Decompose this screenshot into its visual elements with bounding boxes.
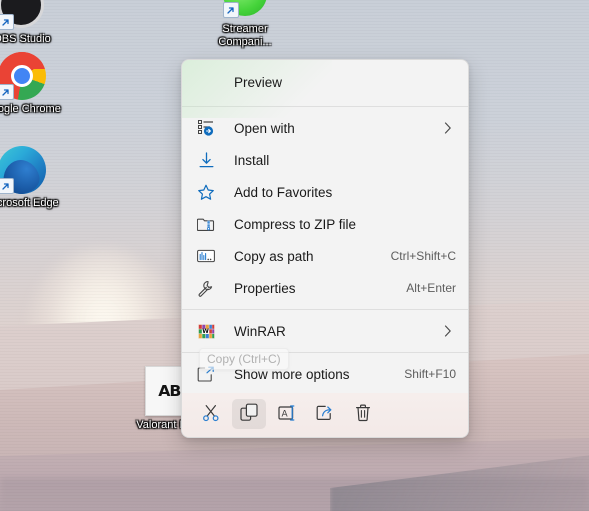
rename-icon: A [277,404,297,425]
shortcut-arrow-icon [0,178,14,194]
menu-item-label: Compress to ZIP file [234,216,357,232]
chevron-right-icon [440,325,456,337]
copy-icon [239,403,259,425]
chevron-right-icon [440,122,456,134]
menu-item-add-to-favorites[interactable]: Add to Favorites [182,176,468,208]
copy-button[interactable] [232,399,266,429]
wrench-properties-icon [194,278,218,298]
desktop-icon-google-chrome[interactable]: Google Chrome [0,52,62,116]
desktop-icon-streamer-companion[interactable]: Streamer Compani... [205,0,285,48]
microsoft-edge-icon [0,146,46,194]
desktop-icon-obs-studio[interactable]: OBS Studio [0,0,62,46]
shortcut-arrow-icon [0,14,14,30]
trash-icon [354,404,372,425]
menu-item-accelerator: Shift+F10 [404,367,456,381]
share-button[interactable] [308,399,342,429]
shortcut-arrow-icon [0,84,14,100]
menu-separator [182,106,468,107]
menu-item-label: Copy as path [234,248,314,264]
menu-item-install[interactable]: Install [182,144,468,176]
zip-folder-icon [194,214,218,234]
menu-item-label: Show more options [234,366,350,382]
obs-studio-icon [0,0,46,30]
context-menu-main-section: Open with Install Add to Favorites Compr… [182,109,468,307]
menu-item-label: Properties [234,280,296,296]
context-menu-action-toolbar[interactable]: A [182,393,468,437]
context-menu-show-more-section: Show more options Shift+F10 [182,355,468,393]
star-favorites-icon [194,182,218,202]
menu-item-copy-as-path[interactable]: Copy as path Ctrl+Shift+C [182,240,468,272]
menu-item-show-more-options[interactable]: Show more options Shift+F10 [182,358,468,390]
desktop-icon-label: Google Chrome [0,103,61,115]
google-chrome-icon [0,52,46,100]
show-more-options-icon [194,364,218,384]
streamer-companion-icon [221,0,269,20]
scissors-icon [202,404,220,425]
menu-item-label: Add to Favorites [234,184,333,200]
menu-item-label: WinRAR [234,323,286,339]
menu-item-accelerator: Alt+Enter [406,281,456,295]
desktop-icon-microsoft-edge[interactable]: Microsoft Edge [0,146,62,210]
svg-text:W: W [202,328,209,335]
rename-button[interactable]: A [270,399,304,429]
context-menu-preview-section: Preview [182,60,468,104]
menu-item-properties[interactable]: Properties Alt+Enter [182,272,468,304]
menu-item-preview[interactable]: Preview [182,63,468,101]
menu-item-label: Open with [234,120,295,136]
menu-item-label: Install [234,152,270,168]
desktop-icon-label: OBS Studio [0,33,51,45]
cut-button[interactable] [194,399,228,429]
context-menu-winrar-section: W WinRAR [182,312,468,350]
menu-separator [182,309,468,310]
menu-item-label: Preview [234,74,283,90]
menu-separator [182,352,468,353]
menu-item-accelerator: Ctrl+Shift+C [390,249,456,263]
menu-item-compress-to-zip[interactable]: Compress to ZIP file [182,208,468,240]
menu-item-winrar[interactable]: W WinRAR [182,315,468,347]
delete-button[interactable] [346,399,380,429]
shortcut-arrow-icon [223,2,239,18]
file-context-menu[interactable]: Preview Open with Install Add to Favorit… [181,59,469,438]
desktop-icon-label: Streamer Compani... [218,23,272,48]
share-icon [316,404,335,425]
svg-text:A: A [281,409,288,419]
menu-item-open-with[interactable]: Open with [182,112,468,144]
open-with-icon [194,118,218,138]
desktop-icon-label: Microsoft Edge [0,197,59,209]
winrar-icon: W [194,321,218,341]
copy-as-path-icon [194,246,218,266]
install-icon [194,150,218,170]
